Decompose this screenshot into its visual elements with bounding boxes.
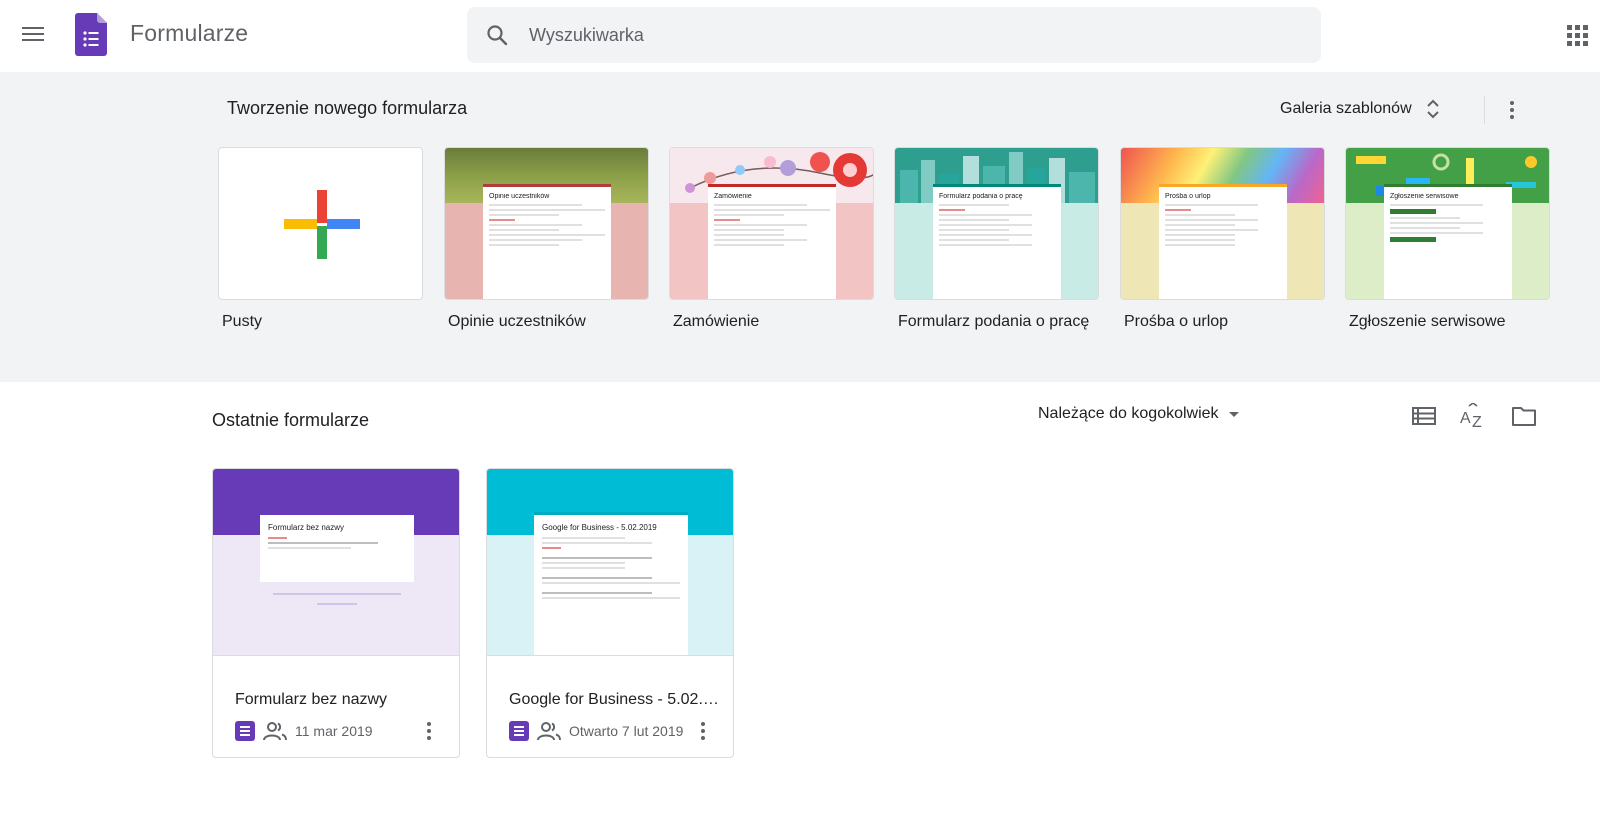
form-meta: 11 mar 2019 [235, 719, 373, 743]
template-order-form[interactable]: Zamówienie Zamówienie [669, 147, 874, 331]
template-label: Opinie uczestników [448, 313, 586, 330]
form-preview-thumbnail: Google for Business - 5.02.2019 [487, 469, 733, 655]
main-menu-icon[interactable] [22, 24, 46, 44]
preview-title: Formularz bez nazwy [268, 523, 345, 532]
owner-filter-dropdown[interactable]: Należące do kogokolwiek [1038, 405, 1239, 423]
more-vert-icon[interactable] [1506, 96, 1518, 124]
google-forms-logo-icon[interactable] [75, 13, 107, 57]
form-preview-thumbnail: Formularz bez nazwy [213, 469, 459, 655]
app-title[interactable]: Formularze [130, 20, 248, 47]
template-gallery-section: Tworzenie nowego formularza Galeria szab… [0, 72, 1600, 382]
unfold-more-icon [1426, 99, 1439, 119]
template-blank[interactable]: Pusty [218, 147, 423, 331]
shared-people-icon [263, 722, 287, 741]
template-label: Formularz podania o pracę [898, 313, 1090, 330]
recent-forms-heading: Ostatnie formularze [212, 410, 370, 430]
apps-grid-icon[interactable] [1567, 25, 1589, 47]
divider [1484, 96, 1485, 124]
svg-text:Z: Z [1472, 414, 1482, 429]
preview-title: Prośba o urlop [1165, 193, 1211, 200]
template-gallery-button[interactable]: Galeria szablonów [1280, 94, 1440, 124]
more-vert-icon[interactable] [423, 719, 435, 743]
top-app-bar: Formularze [0, 0, 1600, 72]
more-vert-icon[interactable] [697, 719, 709, 743]
preview-title: Zamówienie [714, 193, 752, 200]
template-thumbnail: Formularz podania o pracę [894, 147, 1099, 300]
form-date: Otwarto 7 lut 2019 [569, 723, 684, 739]
form-meta: Otwarto 7 lut 2019 [509, 719, 683, 743]
template-job-application[interactable]: Formularz podania o pracę Formularz poda… [894, 147, 1099, 331]
search-bar[interactable] [467, 7, 1321, 63]
owner-filter-label: Należące do kogokolwiek [1038, 405, 1219, 422]
section-heading: Tworzenie nowego formularza [227, 98, 468, 118]
preview-title: Opinie uczestników [489, 193, 550, 200]
template-label: Prośba o urlop [1124, 313, 1229, 330]
arrow-drop-down-icon [1228, 411, 1239, 417]
template-thumbnail: Zgłoszenie serwisowe [1345, 147, 1550, 300]
template-label: Zgłoszenie serwisowe [1349, 313, 1506, 330]
preview-title: Zgłoszenie serwisowe [1390, 193, 1459, 200]
template-gallery-label: Galeria szablonów [1280, 100, 1412, 117]
form-title: Formularz bez nazwy [235, 691, 388, 708]
sort-az-icon[interactable]: A Z [1460, 403, 1486, 429]
google-forms-icon [509, 721, 529, 741]
form-title: Google for Business - 5.02.2019 [509, 691, 721, 708]
template-time-off-request[interactable]: Prośba o urlop Prośba o urlop [1120, 147, 1325, 331]
list-view-icon[interactable] [1411, 403, 1437, 429]
search-input[interactable] [529, 19, 1289, 51]
recent-form-card[interactable]: Google for Business - 5.02.2019 Google f… [486, 468, 734, 758]
template-thumbnail [218, 147, 423, 300]
preview-title: Formularz podania o pracę [939, 193, 1023, 200]
plus-icon [284, 190, 360, 259]
folder-icon[interactable] [1511, 403, 1537, 429]
template-thumbnail: Zamówienie [669, 147, 874, 300]
google-forms-icon [235, 721, 255, 741]
template-label: Pusty [222, 313, 263, 330]
template-thumbnail: Opinie uczestników [444, 147, 649, 300]
template-thumbnail: Prośba o urlop [1120, 147, 1325, 300]
form-date: 11 mar 2019 [295, 723, 373, 739]
shared-people-icon [537, 722, 561, 741]
search-icon[interactable] [485, 23, 509, 47]
recent-form-card[interactable]: Formularz bez nazwy Formularz bez nazwy … [212, 468, 460, 758]
template-label: Zamówienie [673, 313, 760, 330]
preview-title: Google for Business - 5.02.2019 [542, 523, 657, 532]
template-work-request[interactable]: Zgłoszenie serwisowe Zgłoszenie serwisow… [1345, 147, 1550, 331]
template-event-feedback[interactable]: Opinie uczestników Opinie uczestników [444, 147, 649, 331]
svg-text:A: A [1460, 410, 1471, 427]
